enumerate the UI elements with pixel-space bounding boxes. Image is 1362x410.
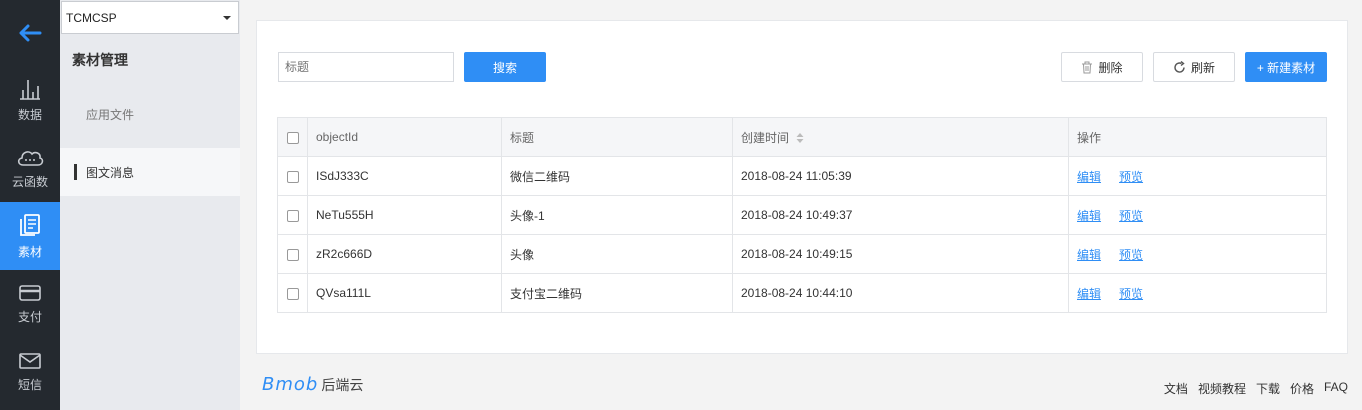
main-content: 搜索 删除 刷新 + 新建素材 objectId 标题 创建时间 <box>240 0 1362 410</box>
caret-down-icon <box>223 15 231 20</box>
header-title: 标题 <box>501 117 733 157</box>
document-icon <box>20 213 40 236</box>
header-created-time[interactable]: 创建时间 <box>732 117 1069 157</box>
cell-actions: 编辑 预览 <box>1068 273 1327 313</box>
table-row: zR2c666D 头像 2018-08-24 10:49:15 编辑 预览 <box>277 234 1327 274</box>
refresh-icon <box>1174 60 1185 73</box>
rail-item-label: 支付 <box>17 309 42 324</box>
materials-table: objectId 标题 创建时间 操作 ISdJ333C 微信二维码 2018-… <box>277 117 1327 313</box>
sidebar-item-label: 图文消息 <box>86 165 135 180</box>
edit-link[interactable]: 编辑 <box>1077 248 1101 262</box>
sidebar-item-app-files[interactable]: 应用文件 <box>60 90 240 138</box>
cell-title: 微信二维码 <box>501 156 733 196</box>
cell-actions: 编辑 预览 <box>1068 234 1327 274</box>
content-card: 搜索 删除 刷新 + 新建素材 objectId 标题 创建时间 <box>256 20 1348 354</box>
rail-item-payment[interactable]: 支付 <box>0 270 60 338</box>
card-icon <box>19 284 41 301</box>
cell-created-time: 2018-08-24 11:05:39 <box>732 156 1069 196</box>
rail-item-sms[interactable]: 短信 <box>0 338 60 406</box>
header-created-time-label: 创建时间 <box>741 130 790 145</box>
rail-item-materials[interactable]: 素材 <box>0 202 60 270</box>
delete-button[interactable]: 删除 <box>1061 52 1143 82</box>
app-selector-value: TCMCSP <box>66 10 117 25</box>
new-material-button[interactable]: + 新建素材 <box>1245 52 1327 82</box>
sidebar-item-graphic-messages[interactable]: 图文消息 <box>60 148 240 196</box>
icon-rail: 数据 云函数 素材 支付 短信 <box>0 0 60 410</box>
search-button[interactable]: 搜索 <box>464 52 546 82</box>
rail-item-label: 短信 <box>17 377 42 392</box>
footer-links: 文档 视频教程 下载 价格 FAQ <box>1164 380 1348 397</box>
cell-title: 头像 <box>501 234 733 274</box>
table-row: QVsa111L 支付宝二维码 2018-08-24 10:44:10 编辑 预览 <box>277 273 1327 313</box>
table-header-row: objectId 标题 创建时间 操作 <box>277 117 1327 157</box>
refresh-button-label: 刷新 <box>1190 60 1215 75</box>
row-checkbox[interactable] <box>286 170 299 183</box>
footer-link-pricing[interactable]: 价格 <box>1290 380 1314 397</box>
cell-title: 支付宝二维码 <box>501 273 733 313</box>
sidebar-title: 素材管理 <box>72 52 128 68</box>
rail-item-label: 数据 <box>17 107 42 122</box>
app-selector[interactable]: TCMCSP <box>61 1 239 34</box>
row-checkbox[interactable] <box>286 209 299 222</box>
footer-link-video-tutorials[interactable]: 视频教程 <box>1198 380 1246 397</box>
logo-wordmark: Bmob <box>262 374 319 395</box>
table-row: ISdJ333C 微信二维码 2018-08-24 11:05:39 编辑 预览 <box>277 156 1327 196</box>
cell-actions: 编辑 预览 <box>1068 156 1327 196</box>
cell-created-time: 2018-08-24 10:49:37 <box>732 195 1069 235</box>
back-arrow-icon <box>19 24 42 42</box>
cell-created-time: 2018-08-24 10:49:15 <box>732 234 1069 274</box>
cell-object-id: NeTu555H <box>307 195 502 235</box>
sidebar-item-label: 应用文件 <box>86 107 135 122</box>
rail-item-label: 云函数 <box>11 174 48 189</box>
select-all-checkbox[interactable] <box>286 131 299 144</box>
cell-object-id: ISdJ333C <box>307 156 502 196</box>
preview-link[interactable]: 预览 <box>1119 287 1143 301</box>
table-row: NeTu555H 头像-1 2018-08-24 10:49:37 编辑 预览 <box>277 195 1327 235</box>
preview-link[interactable]: 预览 <box>1119 170 1143 184</box>
cloud-icon <box>17 150 44 166</box>
cell-object-id: zR2c666D <box>307 234 502 274</box>
select-all-cell <box>277 117 308 157</box>
back-button[interactable] <box>0 0 60 66</box>
refresh-button[interactable]: 刷新 <box>1153 52 1235 82</box>
rail-item-label: 素材 <box>17 244 42 259</box>
footer-link-download[interactable]: 下载 <box>1256 380 1280 397</box>
logo-suffix: 后端云 <box>321 377 364 393</box>
title-search-input[interactable] <box>278 52 454 82</box>
rail-item-data[interactable]: 数据 <box>0 66 60 134</box>
mail-icon <box>19 352 41 369</box>
edit-link[interactable]: 编辑 <box>1077 287 1101 301</box>
header-object-id: objectId <box>307 117 502 157</box>
cell-actions: 编辑 预览 <box>1068 195 1327 235</box>
secondary-sidebar: TCMCSP 素材管理 应用文件 图文消息 <box>60 0 240 410</box>
footer-link-docs[interactable]: 文档 <box>1164 380 1188 397</box>
bmob-logo[interactable]: Bmob 后端云 <box>262 374 363 395</box>
row-checkbox[interactable] <box>286 248 299 261</box>
edit-link[interactable]: 编辑 <box>1077 209 1101 223</box>
preview-link[interactable]: 预览 <box>1119 248 1143 262</box>
row-checkbox[interactable] <box>286 287 299 300</box>
footer-link-faq[interactable]: FAQ <box>1324 380 1348 397</box>
active-indicator <box>74 164 77 180</box>
cell-created-time: 2018-08-24 10:44:10 <box>732 273 1069 313</box>
edit-link[interactable]: 编辑 <box>1077 170 1101 184</box>
sort-icon[interactable] <box>796 132 804 144</box>
footer: Bmob 后端云 文档 视频教程 下载 价格 FAQ <box>240 366 1362 406</box>
cell-title: 头像-1 <box>501 195 733 235</box>
trash-icon <box>1082 61 1093 73</box>
chart-bars-icon <box>20 79 40 100</box>
rail-item-cloud-functions[interactable]: 云函数 <box>0 134 60 202</box>
header-actions: 操作 <box>1068 117 1327 157</box>
cell-object-id: QVsa111L <box>307 273 502 313</box>
delete-button-label: 删除 <box>1098 60 1123 75</box>
preview-link[interactable]: 预览 <box>1119 209 1143 223</box>
